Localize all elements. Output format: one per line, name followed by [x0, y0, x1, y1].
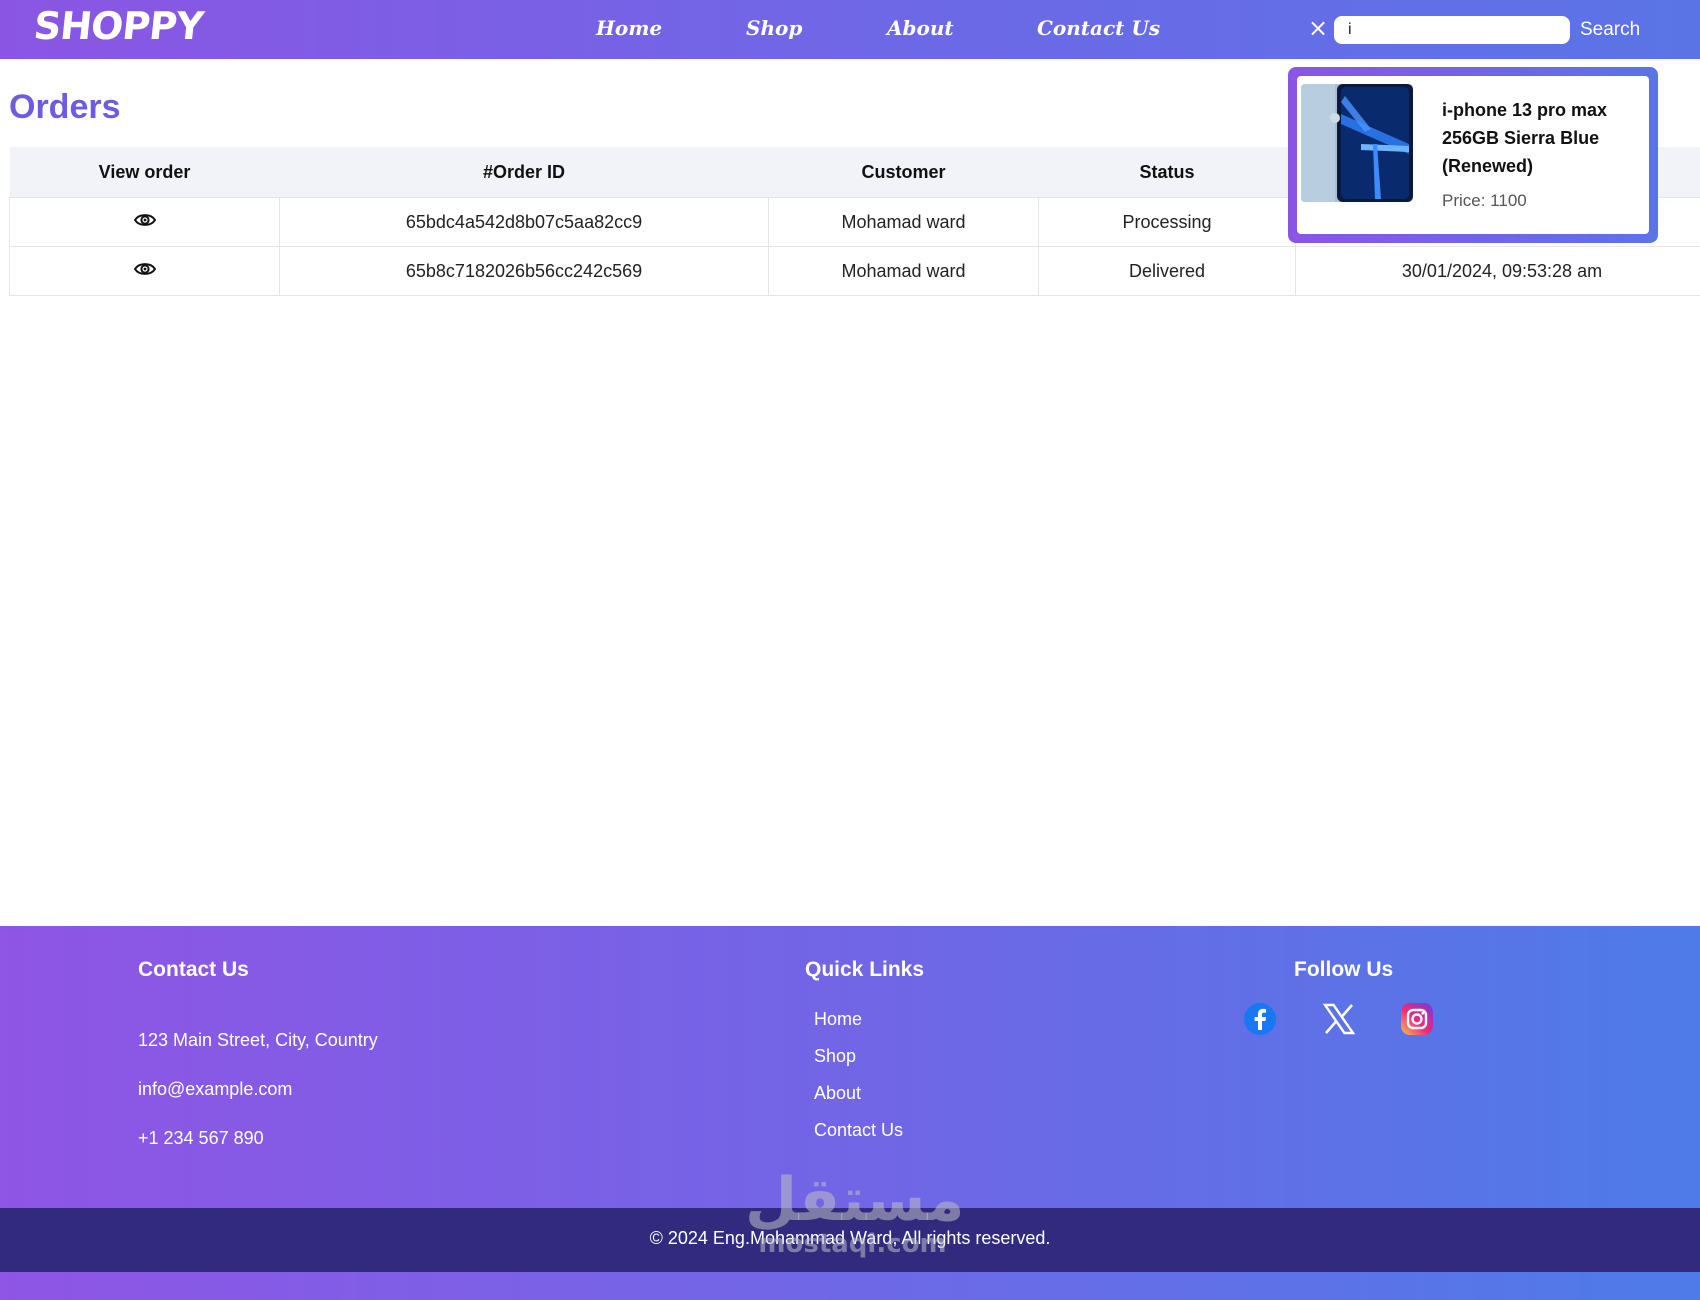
nav-link-home[interactable]: Home — [596, 16, 662, 40]
copyright-text: © 2024 Eng.Mohammad Ward, All rights res… — [649, 1228, 1051, 1248]
contact-phone: +1 234 567 890 — [138, 1128, 264, 1148]
nav-link-shop[interactable]: Shop — [746, 16, 802, 40]
column-header-status: Status — [1038, 147, 1296, 198]
search-input[interactable] — [1334, 16, 1570, 44]
search-result-item[interactable]: i-phone 13 pro max 256GB Sierra Blue (Re… — [1297, 76, 1649, 234]
footer-link-contact-us[interactable]: Contact Us — [814, 1120, 903, 1141]
contact-address: 123 Main Street, City, Country — [138, 1030, 378, 1050]
table-row: 65b8c7182026b56cc242c569 Mohamad ward De… — [9, 246, 1700, 296]
search-results-popup: i-phone 13 pro max 256GB Sierra Blue (Re… — [1288, 67, 1658, 243]
customer-cell: Mohamad ward — [768, 246, 1039, 296]
page-title: Orders — [9, 88, 121, 126]
column-header-view-order: View order — [9, 147, 280, 198]
clear-search-icon[interactable]: × — [1308, 15, 1328, 41]
footer-contact-heading: Contact Us — [138, 958, 249, 981]
column-header-order-id: #Order ID — [279, 147, 769, 198]
footer: Contact Us 123 Main Street, City, Countr… — [0, 926, 1700, 1208]
column-header-customer: Customer — [768, 147, 1039, 198]
footer-link-about[interactable]: About — [814, 1083, 861, 1104]
status-cell: Processing — [1038, 197, 1296, 247]
product-image — [1301, 84, 1413, 202]
view-order-cell — [9, 246, 280, 296]
view-order-cell — [9, 197, 280, 247]
contact-email: info@example.com — [138, 1079, 293, 1099]
footer-follow-heading: Follow Us — [1294, 958, 1394, 981]
copyright-bar: © 2024 Eng.Mohammad Ward, All rights res… — [0, 1208, 1700, 1272]
product-name: i-phone 13 pro max 256GB Sierra Blue (Re… — [1442, 100, 1608, 176]
facebook-icon[interactable] — [1243, 1002, 1277, 1036]
nav-link-about[interactable]: About — [887, 16, 954, 40]
nav-link-contact-us[interactable]: Contact Us — [1037, 16, 1160, 40]
customer-cell: Mohamad ward — [768, 197, 1039, 247]
search-button[interactable]: Search — [1580, 19, 1640, 41]
view-order-eye-icon[interactable] — [133, 261, 156, 282]
order-id-cell: 65bdc4a542d8b07c5aa82cc9 — [279, 197, 769, 247]
x-icon[interactable] — [1322, 1002, 1356, 1036]
footer-quick-links-heading: Quick Links — [805, 958, 925, 981]
status-cell: Delivered — [1038, 246, 1296, 296]
instagram-icon[interactable] — [1400, 1002, 1434, 1036]
view-order-eye-icon[interactable] — [133, 212, 156, 233]
footer-link-home[interactable]: Home — [814, 1009, 862, 1030]
date-cell: 30/01/2024, 09:53:28 am — [1295, 246, 1700, 296]
navbar: SHOPPY Home Shop About Contact Us × Sear… — [0, 0, 1700, 59]
bottom-strip — [0, 1272, 1700, 1300]
order-id-cell: 65b8c7182026b56cc242c569 — [279, 246, 769, 296]
product-price: Price: 1100 — [1442, 191, 1527, 210]
brand-logo[interactable]: SHOPPY — [32, 4, 205, 48]
footer-link-shop[interactable]: Shop — [814, 1046, 856, 1067]
